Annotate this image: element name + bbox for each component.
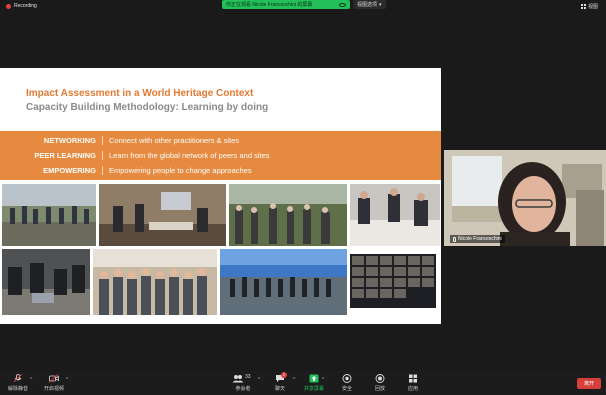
- chat-badge: 2: [281, 372, 287, 378]
- band-key: EMPOWERING: [43, 166, 96, 175]
- slide-subtitle: Capacity Building Methodology: Learning …: [26, 102, 269, 113]
- start-video-button[interactable]: 开启视频: [44, 374, 64, 392]
- share-screen-icon: [309, 374, 319, 383]
- mic-muted-icon: [453, 236, 456, 242]
- chevron-up-icon[interactable]: ^: [30, 377, 32, 383]
- photo-video-call-grid: [350, 254, 436, 308]
- view-label: 视图: [587, 4, 598, 10]
- record-icon: [375, 374, 385, 383]
- apps-icon: [408, 374, 418, 383]
- band-desc: Empowering people to change approaches: [109, 166, 252, 175]
- eye-icon: [339, 2, 346, 7]
- chevron-up-icon[interactable]: ^: [66, 377, 68, 383]
- view-options-label: 视图选项: [357, 2, 378, 8]
- recording-indicator[interactable]: Recording: [6, 3, 37, 9]
- unmute-button[interactable]: 解除静音: [8, 373, 29, 392]
- unmute-label: 解除静音: [8, 386, 29, 392]
- photo-beach-group: [220, 249, 347, 315]
- record-label: 回放: [375, 386, 386, 392]
- participant-name-tag: Nicole Franceschini: [450, 235, 505, 243]
- participants-count: 33: [245, 374, 251, 380]
- recording-label: Recording: [14, 3, 37, 9]
- shared-slide: Impact Assessment in a World Heritage Co…: [0, 68, 441, 324]
- view-options-button[interactable]: 视图选项 ▾: [353, 0, 386, 9]
- leave-button[interactable]: 离开: [577, 378, 601, 389]
- share-screen-label: 共享屏幕: [304, 386, 325, 392]
- band-desc: Connect with other practitioners & sites: [109, 136, 240, 145]
- apps-label: 应用: [408, 386, 419, 392]
- shield-icon: [342, 374, 352, 383]
- participants-button[interactable]: 33 参会者: [232, 374, 254, 392]
- security-button[interactable]: 安全: [342, 374, 352, 392]
- band-key: PEER LEARNING: [34, 151, 96, 160]
- leave-label: 离开: [583, 381, 594, 387]
- chat-button[interactable]: 2 聊天: [275, 372, 287, 392]
- band-row-peer-learning: PEER LEARNING Learn from the global netw…: [0, 149, 441, 162]
- band-row-empowering: EMPOWERING Empowering people to change a…: [0, 164, 441, 177]
- photo-group-trees: [229, 184, 347, 246]
- photo-meeting-room: [99, 184, 226, 246]
- chevron-up-icon[interactable]: ^: [258, 377, 260, 383]
- start-video-label: 开启视频: [44, 386, 65, 392]
- chevron-down-icon: ▾: [379, 1, 382, 8]
- record-button[interactable]: 回放: [375, 374, 385, 392]
- grid-icon: [580, 4, 586, 9]
- chevron-up-icon[interactable]: ^: [293, 377, 295, 383]
- view-switch-button[interactable]: 视图: [580, 3, 598, 10]
- share-banner-text: 你正在观看 Nicole Franceschini 的屏幕: [226, 2, 313, 8]
- chat-label: 聊天: [275, 386, 286, 392]
- band-key: NETWORKING: [43, 136, 96, 145]
- photo-laptops: [2, 249, 90, 315]
- security-label: 安全: [342, 386, 353, 392]
- share-screen-button[interactable]: 共享屏幕: [304, 374, 324, 392]
- band-desc: Learn from the global network of peers a…: [109, 151, 270, 160]
- camera-icon: [48, 374, 59, 383]
- participant-video[interactable]: [444, 150, 606, 246]
- screen-share-banner: 你正在观看 Nicole Franceschini 的屏幕: [222, 0, 350, 9]
- participant-name: Nicole Franceschini: [458, 236, 502, 242]
- chat-icon: 2: [275, 372, 287, 383]
- participants-label: 参会者: [235, 386, 251, 392]
- band-row-networking: NETWORKING Connect with other practition…: [0, 134, 441, 147]
- microphone-icon: [13, 373, 23, 383]
- photo-workshop-table: [350, 184, 440, 246]
- chevron-up-icon[interactable]: ^: [322, 377, 324, 383]
- photo-group-portrait: [93, 249, 217, 315]
- apps-button[interactable]: 应用: [408, 374, 418, 392]
- record-dot-icon: [6, 3, 11, 9]
- photo-group-outdoor: [2, 184, 96, 246]
- slide-title: Impact Assessment in a World Heritage Co…: [26, 88, 254, 99]
- meeting-toolbar: [0, 371, 606, 395]
- participants-icon: 33: [232, 374, 254, 383]
